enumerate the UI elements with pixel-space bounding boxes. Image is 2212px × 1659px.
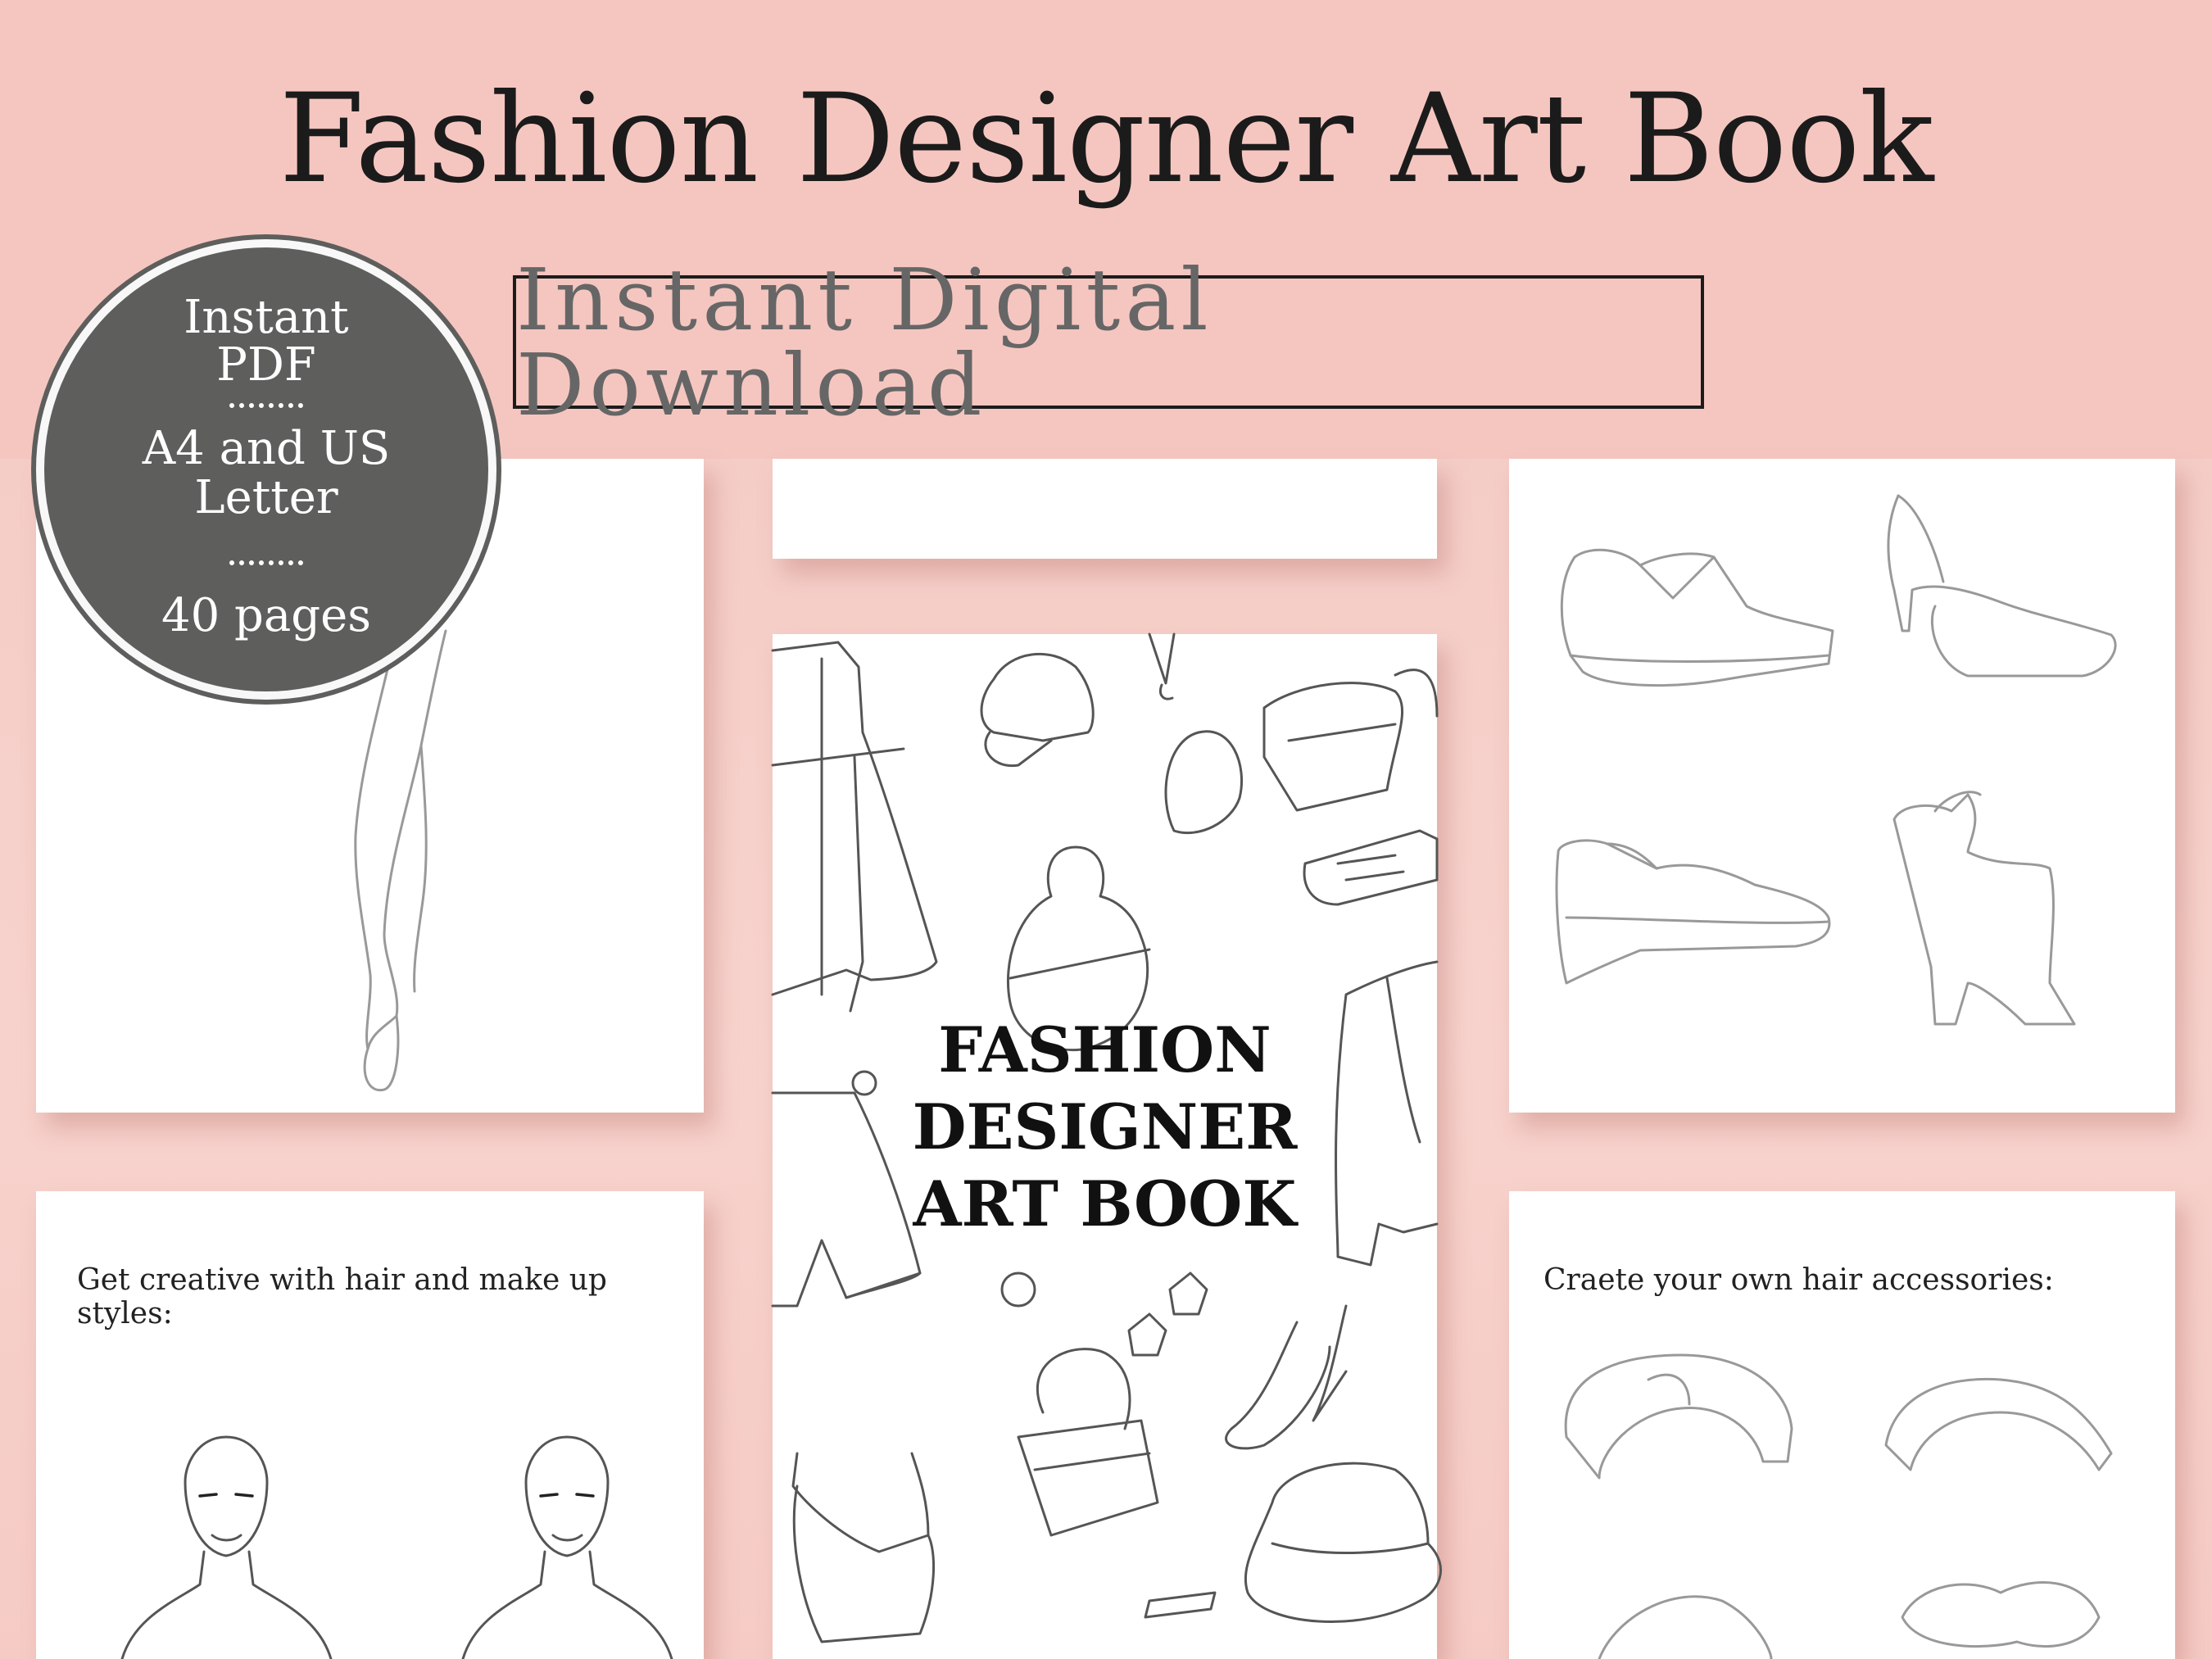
hair-accessories-page: Craete your own hair accessories: [1509, 1191, 2175, 1659]
badge-letter: Letter [194, 471, 338, 524]
badge-a4-us: A4 and US [142, 422, 391, 475]
info-badge: Instant PDF A4 and US Letter 40 pages [44, 247, 488, 691]
subtitle-box: Instant Digital Download [513, 257, 1704, 428]
badge-divider-2 [229, 560, 303, 565]
face-template-left [120, 1435, 333, 1659]
headbands-illustration [1564, 1353, 2113, 1659]
shoes-page [1509, 459, 2175, 1113]
face-template-right [461, 1435, 673, 1659]
faces-illustration [120, 1435, 673, 1659]
page-title: Fashion Designer Art Book [279, 68, 1934, 211]
badge-instant: Instant [184, 291, 349, 344]
badge-pages: 40 pages [161, 589, 372, 642]
cover-page: FASHION DESIGNER ART BOOK [771, 632, 1443, 1659]
makeup-page: Get creative with hair and make up style… [36, 1191, 704, 1659]
badge-pdf: PDF [216, 338, 316, 392]
cover-title-line-3: ART BOOK [913, 1167, 1297, 1240]
cover-title-line-1: FASHION [938, 1013, 1271, 1086]
small-top-page [773, 459, 1437, 559]
cover-title-line-2: DESIGNER [912, 1090, 1298, 1163]
badge-divider-1 [229, 403, 303, 408]
subtitle-text: Instant Digital Download [516, 249, 1213, 435]
shoes-illustration [1555, 494, 2117, 1026]
